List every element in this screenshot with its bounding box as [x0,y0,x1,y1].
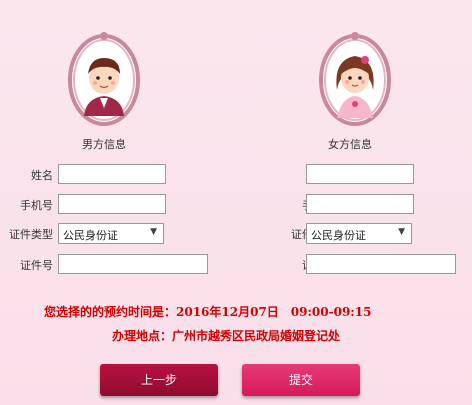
female-name-row: 姓名 [236,164,472,186]
male-idtype-value: 公民身份证 [63,229,118,242]
female-phone-row: 手机号 [236,194,472,216]
chevron-down-icon: ▼ [150,227,157,237]
female-idtype-select[interactable]: 公民身份证 ▼ [306,223,412,244]
appointment-location: 办理地点：广州市越秀区民政局婚姻登记处 [112,329,341,343]
male-idno-label: 证件号 [20,259,53,272]
prev-step-button[interactable]: 上一步 [100,364,218,396]
male-section: 男方信息 姓名 手机号 证件类型 公民身份证 ▼ 证件号 [0,0,236,405]
female-phone-input[interactable] [306,194,414,214]
male-idno-row: 证件号 [0,254,236,276]
male-phone-input[interactable] [58,194,166,214]
female-caption: 女方信息 [328,138,372,151]
appointment-time: 您选择的的预约时间是：2016年12月07日 09:00-09:15 [44,305,372,319]
male-caption: 男方信息 [82,138,126,151]
bride-avatar [315,30,395,130]
male-phone-row: 手机号 [0,194,236,216]
male-name-input[interactable] [58,164,166,184]
male-name-label: 姓名 [31,169,53,182]
male-idtype-row: 证件类型 公民身份证 ▼ [0,223,236,245]
female-idtype-value: 公民身份证 [311,229,366,242]
groom-avatar [64,30,144,130]
female-idno-row: 证件号 [236,254,472,276]
male-idtype-select[interactable]: 公民身份证 ▼ [58,223,164,244]
chevron-down-icon: ▼ [398,227,405,237]
female-idno-input[interactable] [306,254,456,274]
female-name-input[interactable] [306,164,414,184]
female-section: 女方信息 姓名 手机号 证件类型 公民身份证 ▼ 证件号 [236,0,472,405]
male-idtype-label: 证件类型 [9,228,53,241]
male-phone-label: 手机号 [20,199,53,212]
female-idtype-row: 证件类型 公民身份证 ▼ [236,223,472,245]
male-name-row: 姓名 [0,164,236,186]
male-idno-input[interactable] [58,254,208,274]
submit-button[interactable]: 提交 [242,364,360,396]
